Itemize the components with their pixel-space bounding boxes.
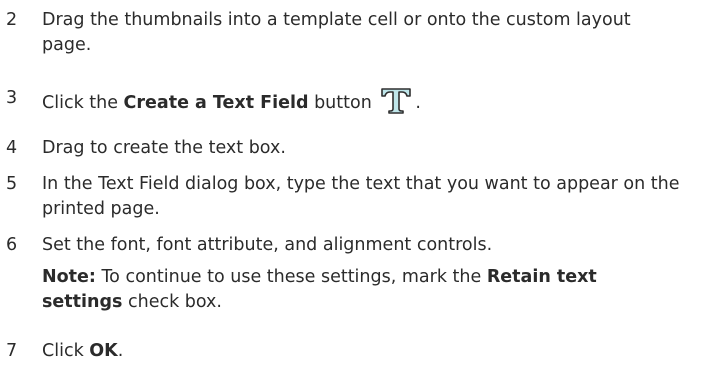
note-text: To continue to use these settings, mark … xyxy=(95,267,487,287)
step-7: 7 Click OK. xyxy=(6,339,712,364)
step-number: 7 xyxy=(6,341,18,361)
step-text-suffix: button xyxy=(308,93,372,113)
step-number: 6 xyxy=(6,235,18,255)
ok-label: OK xyxy=(89,341,118,361)
step-text: Click the Create a Text Field button . xyxy=(42,86,712,116)
step-3: 3 Click the Create a Text Field button . xyxy=(6,86,712,116)
step-text: Click OK. xyxy=(42,339,712,364)
note-label: Note: xyxy=(42,267,96,287)
step-number: 2 xyxy=(6,10,18,30)
step-5: 5 In the Text Field dialog box, type the… xyxy=(6,172,712,222)
step-text-prefix: Click xyxy=(42,341,90,361)
step-text: Set the font, font attribute, and alignm… xyxy=(42,235,493,255)
step-2: 2 Drag the thumbnails into a template ce… xyxy=(6,8,712,58)
step-text-prefix: Click the xyxy=(42,93,124,113)
step-text: Drag the thumbnails into a template cell… xyxy=(42,10,631,55)
step-text: In the Text Field dialog box, type the t… xyxy=(42,174,680,219)
step-number: 5 xyxy=(6,174,18,194)
note: Note: To continue to use these settings,… xyxy=(42,265,622,315)
step-text: Drag to create the text box. xyxy=(42,138,286,158)
note-end: check box. xyxy=(122,292,222,312)
step-text-end: . xyxy=(415,93,421,113)
text-field-t-icon xyxy=(379,86,413,114)
instruction-document: 2 Drag the thumbnails into a template ce… xyxy=(0,0,715,367)
step-text-end: . xyxy=(117,341,124,361)
step-number: 3 xyxy=(6,88,18,108)
step-4: 4 Drag to create the text box. xyxy=(6,136,712,161)
step-6: 6 Set the font, font attribute, and alig… xyxy=(6,233,712,315)
step-number: 4 xyxy=(6,138,18,158)
create-text-field-label: Create a Text Field xyxy=(123,93,309,113)
